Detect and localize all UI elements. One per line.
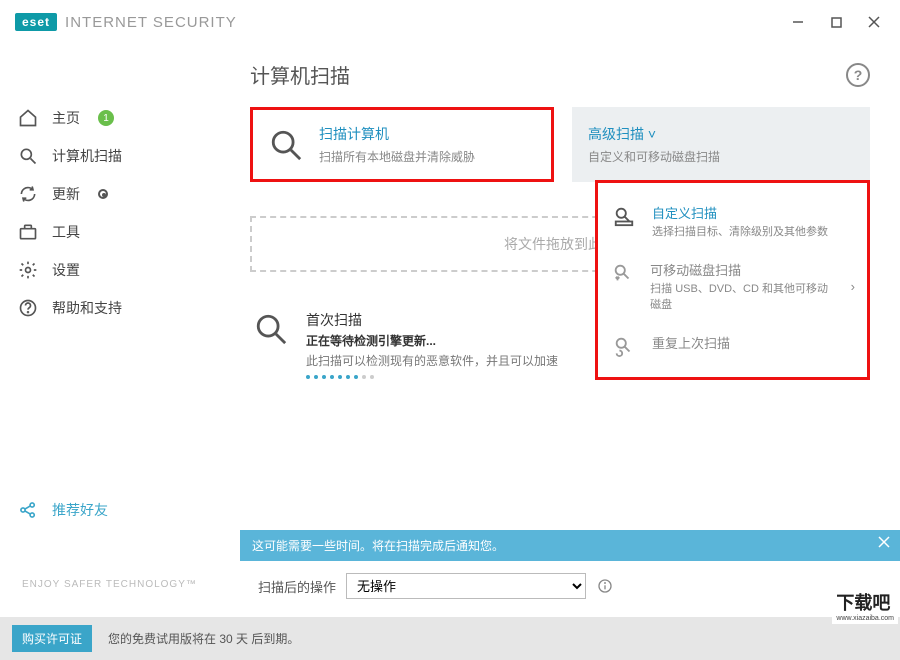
sidebar-item-label: 计算机扫描 xyxy=(52,146,122,166)
search-icon xyxy=(18,146,38,166)
minimize-button[interactable] xyxy=(790,14,806,30)
update-indicator-icon xyxy=(98,189,108,199)
close-icon xyxy=(868,16,880,28)
adv-item-title: 自定义扫描 xyxy=(652,203,828,222)
scan-icon xyxy=(269,128,303,162)
home-icon xyxy=(18,108,38,128)
post-scan-select[interactable]: 无操作 xyxy=(346,573,586,599)
sidebar-item-label: 帮助和支持 xyxy=(52,298,122,318)
window-controls xyxy=(790,14,890,30)
adv-item-desc: 选择扫描目标、清除级别及其他参数 xyxy=(652,225,828,240)
adv-menu-removable-scan[interactable]: 可移动磁盘扫描 扫描 USB、DVD、CD 和其他可移动磁盘 › xyxy=(602,250,863,323)
adv-item-desc: 扫描 USB、DVD、CD 和其他可移动磁盘 xyxy=(650,282,837,313)
product-name: INTERNET SECURITY xyxy=(65,14,237,31)
scan-status-title: 首次扫描 xyxy=(306,310,558,330)
scan-card-title: 扫描计算机 xyxy=(319,124,475,144)
sidebar-item-update[interactable]: 更新 xyxy=(0,175,235,213)
trial-text: 您的免费试用版将在 30 天 后到期。 xyxy=(108,630,299,647)
sidebar-item-label: 设置 xyxy=(52,260,80,280)
advanced-scan-menu: 自定义扫描 选择扫描目标、清除级别及其他参数 可移动磁盘扫描 扫描 USB、DV… xyxy=(595,180,870,380)
scan-computer-card[interactable]: 扫描计算机 扫描所有本地磁盘并清除威胁 xyxy=(250,107,554,182)
page-header: 计算机扫描 ? xyxy=(250,54,870,107)
question-icon: ? xyxy=(854,67,863,83)
chevron-down-icon: ˅ xyxy=(648,126,656,142)
adv-card-title: 高级扫描 xyxy=(588,126,644,142)
share-icon xyxy=(18,500,38,520)
help-button[interactable]: ? xyxy=(846,63,870,87)
app-logo: eset INTERNET SECURITY xyxy=(15,13,237,31)
usb-icon xyxy=(610,260,636,313)
status-bar: 购买许可证 您的免费试用版将在 30 天 后到期。 xyxy=(0,617,900,660)
sidebar-item-help[interactable]: 帮助和支持 xyxy=(0,289,235,327)
adv-card-subtitle: 自定义和可移动磁盘扫描 xyxy=(588,148,720,165)
close-button[interactable] xyxy=(866,14,882,30)
maximize-button[interactable] xyxy=(828,14,844,30)
sidebar-item-label: 主页 xyxy=(52,108,80,128)
briefcase-icon xyxy=(18,222,38,242)
adv-item-title: 重复上次扫描 xyxy=(652,333,730,352)
notification-badge: 1 xyxy=(98,110,114,126)
help-icon xyxy=(18,298,38,318)
adv-menu-custom-scan[interactable]: 自定义扫描 选择扫描目标、清除级别及其他参数 xyxy=(602,193,863,250)
buy-license-button[interactable]: 购买许可证 xyxy=(12,625,92,652)
post-scan-label: 扫描后的操作 xyxy=(258,577,336,596)
sidebar-item-settings[interactable]: 设置 xyxy=(0,251,235,289)
gear-icon xyxy=(18,260,38,280)
info-button[interactable] xyxy=(596,577,614,595)
sidebar-item-label: 推荐好友 xyxy=(52,500,108,520)
scan-status-icon xyxy=(254,310,288,344)
sidebar-item-scan[interactable]: 计算机扫描 xyxy=(0,137,235,175)
close-icon xyxy=(878,536,890,548)
refresh-icon xyxy=(18,184,38,204)
minimize-icon xyxy=(792,16,804,28)
sidebar-item-home[interactable]: 主页 1 xyxy=(0,99,235,137)
chevron-right-icon: › xyxy=(851,279,855,294)
scan-status-line2: 正在等待检测引擎更新... xyxy=(306,332,558,349)
sidebar-item-label: 更新 xyxy=(52,184,80,204)
repeat-scan-icon xyxy=(610,333,638,357)
page-title: 计算机扫描 xyxy=(250,60,350,89)
notice-text: 这可能需要一些时间。将在扫描完成后通知您。 xyxy=(252,539,504,553)
adv-item-title: 可移动磁盘扫描 xyxy=(650,260,837,279)
scan-card-subtitle: 扫描所有本地磁盘并清除威胁 xyxy=(319,148,475,165)
progress-dots xyxy=(306,375,558,379)
advanced-scan-card[interactable]: 高级扫描 ˅ 自定义和可移动磁盘扫描 xyxy=(572,107,870,182)
title-bar: eset INTERNET SECURITY xyxy=(0,0,900,44)
maximize-icon xyxy=(831,17,842,28)
sidebar-item-tools[interactable]: 工具 xyxy=(0,213,235,251)
sidebar-item-label: 工具 xyxy=(52,222,80,242)
notice-close-button[interactable] xyxy=(878,536,890,548)
post-scan-row: 扫描后的操作 无操作 xyxy=(258,573,870,599)
scan-status-line3: 此扫描可以检测现有的恶意软件，并且可以加速 xyxy=(306,352,558,369)
info-notice: 这可能需要一些时间。将在扫描完成后通知您。 xyxy=(240,530,900,561)
adv-menu-repeat-scan[interactable]: 重复上次扫描 xyxy=(602,323,863,367)
info-icon xyxy=(597,578,613,594)
custom-scan-icon xyxy=(610,203,638,240)
logo-badge: eset xyxy=(15,13,57,31)
sidebar-item-referral[interactable]: 推荐好友 xyxy=(0,491,235,529)
